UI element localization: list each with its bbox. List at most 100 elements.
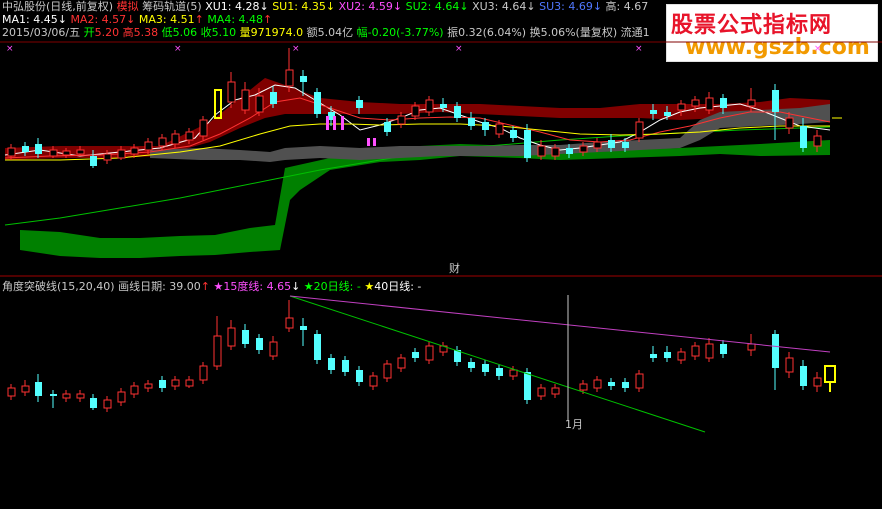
candle-body (199, 119, 208, 137)
candle-body (551, 387, 560, 395)
candle-body (117, 149, 126, 159)
candle-body (482, 122, 489, 130)
svg-text:×: × (455, 44, 463, 54)
candle-body (440, 104, 447, 108)
candle-body (785, 117, 794, 129)
candle-body (158, 137, 167, 147)
candle-body (185, 131, 194, 141)
line40-value: 40日线: - (374, 280, 422, 293)
candle-body (300, 326, 307, 330)
candle-body (705, 97, 714, 111)
candle-body (62, 150, 71, 156)
candle-body (242, 330, 249, 344)
candle-body (468, 362, 475, 368)
candle-body (103, 399, 112, 409)
candle-body (213, 335, 222, 367)
x-markers: × × × × × × (6, 44, 822, 54)
candle-body (664, 112, 671, 116)
candle-body (579, 145, 588, 153)
candle-body (496, 368, 503, 376)
line-15deg (289, 295, 831, 353)
candle-body (579, 383, 588, 391)
svg-text:×: × (292, 44, 300, 54)
candle-body (369, 375, 378, 387)
candle-body (747, 99, 756, 107)
candle-body (384, 122, 391, 132)
candle-body (720, 344, 727, 354)
candle-body (566, 148, 573, 154)
candle-body (130, 147, 139, 155)
candle-body (635, 121, 644, 139)
candle-body (256, 338, 263, 350)
candle-body (772, 334, 779, 368)
candle-body (185, 379, 194, 387)
candle-body (383, 363, 392, 379)
candle-body (50, 394, 57, 396)
candle-body (705, 343, 714, 359)
magenta-markers (326, 116, 376, 146)
candle-body (677, 351, 686, 361)
candle-body (650, 110, 657, 114)
candle-body (90, 398, 97, 408)
candle-body (76, 393, 85, 399)
candle-body (300, 76, 307, 82)
candle-body (397, 115, 406, 125)
candle-body (608, 382, 615, 386)
candle-body (425, 345, 434, 361)
month-marker: 1月 (565, 418, 583, 431)
candle-body (608, 140, 615, 148)
svg-text:×: × (814, 44, 822, 54)
candle-body (269, 341, 278, 357)
candle-body (635, 373, 644, 389)
candle-body (454, 106, 461, 118)
candle-body (650, 354, 657, 358)
candle-body (593, 379, 602, 389)
sub-chart-header: 角度突破线(15,20,40) 画线日期: 39.00↑ ★15度线: 4.65… (2, 280, 422, 293)
candle-body (412, 352, 419, 358)
candle-body (397, 357, 406, 369)
sub-indicator-name: 角度突破线(15,20,40) (2, 280, 115, 293)
candle-body (356, 100, 363, 108)
candle-body (227, 81, 236, 103)
candle-body (255, 95, 264, 113)
green-line (4, 126, 831, 226)
candle-body (171, 133, 180, 145)
candle-body (21, 385, 30, 393)
candle-body (509, 369, 518, 377)
candle-body (35, 144, 42, 154)
candle-body (7, 387, 16, 397)
candle-body (314, 92, 321, 114)
chart-canvas[interactable]: × × × × × × 财 1月 (0, 0, 882, 509)
candle-body (747, 343, 756, 351)
svg-text:×: × (635, 44, 643, 54)
candle-body (144, 383, 153, 389)
candle-body (691, 99, 700, 107)
candle-body (76, 149, 85, 155)
candle-body (62, 393, 71, 399)
candle-body (117, 391, 126, 403)
candle-body (524, 372, 531, 400)
candle-body (171, 379, 180, 387)
candle-body (425, 99, 434, 113)
svg-text:×: × (174, 44, 182, 54)
line-20day (289, 295, 706, 433)
candle-body (144, 141, 153, 151)
candle-body (813, 377, 822, 387)
sub-last-candle (824, 365, 836, 383)
cai-marker: 财 (449, 261, 460, 275)
green-band-lower (20, 140, 830, 258)
candle-body (622, 382, 629, 388)
yellow-highlight-candle (214, 89, 222, 119)
candle-body (22, 146, 29, 152)
candle-body (495, 123, 504, 135)
candle-body (270, 92, 277, 104)
candle-body (593, 141, 602, 149)
candle-body (199, 365, 208, 381)
candle-body (342, 360, 349, 372)
candle-body (772, 90, 779, 112)
candle-body (103, 153, 112, 161)
candle-body (411, 105, 420, 117)
candle-body (537, 387, 546, 397)
candle-body (664, 352, 671, 358)
draw-date: 画线日期: 39.00 (118, 280, 201, 293)
